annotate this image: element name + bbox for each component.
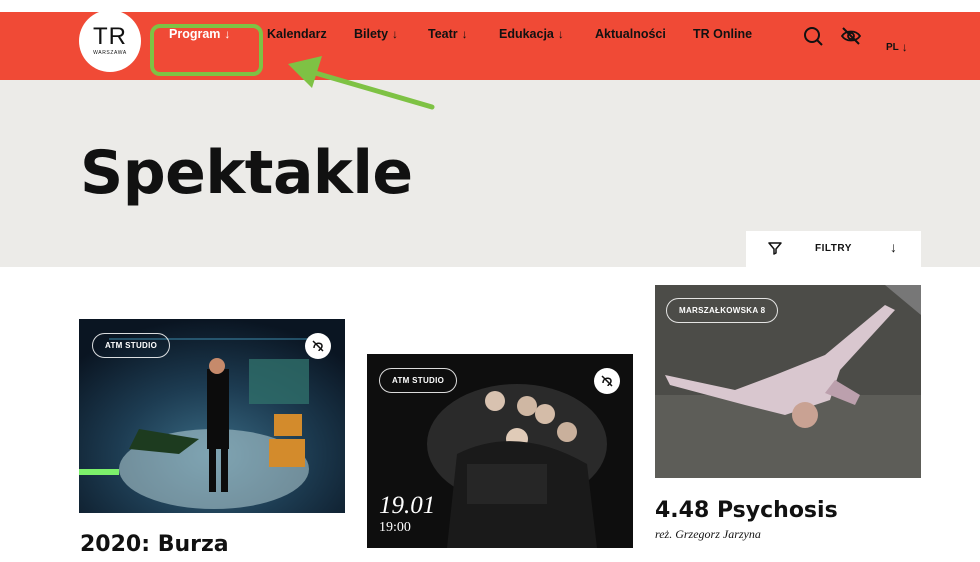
eye-off-icon[interactable] xyxy=(840,25,862,47)
venue-tag: MARSZAŁKOWSKA 8 xyxy=(666,298,779,323)
card-time: 19:00 xyxy=(379,520,411,535)
card-director: reż. Grzegorz Jarzyna xyxy=(655,527,761,541)
logo-main: TR xyxy=(93,23,127,50)
venue-tag: ATM STUDIO xyxy=(92,333,171,358)
nav-label: Teatr xyxy=(428,27,458,41)
nav-item-kalendarz[interactable]: Kalendarz xyxy=(267,27,327,41)
chevron-down-icon: ↓ xyxy=(557,27,564,41)
logo-sub: WARSZAWA xyxy=(93,50,127,56)
tr-logo[interactable]: TR WARSZAWA xyxy=(79,10,141,72)
card-date: 19.01 xyxy=(379,492,436,519)
audio-description-icon xyxy=(594,368,620,394)
language-switcher[interactable]: PL ↓ xyxy=(886,41,908,53)
chevron-down-icon: ↓ xyxy=(392,27,399,41)
card-image-2[interactable]: ATM STUDIO 19.01 19:00 xyxy=(367,354,633,548)
nav-item-edukacja[interactable]: Edukacja ↓ xyxy=(499,27,564,41)
card-image-psychosis[interactable]: MARSZAŁKOWSKA 8 xyxy=(655,285,921,478)
audio-description-icon xyxy=(305,333,331,359)
nav-item-teatr[interactable]: Teatr ↓ xyxy=(428,27,468,41)
nav-item-bilety[interactable]: Bilety ↓ xyxy=(354,27,398,41)
nav-label: Bilety xyxy=(354,27,389,41)
hero-section: Spektakle FILTRY ↓ xyxy=(0,80,980,267)
filters-button[interactable]: FILTRY ↓ xyxy=(746,231,921,267)
filter-icon xyxy=(768,242,782,255)
site-header: TR WARSZAWA Program ↓ Kalendarz Bilety ↓… xyxy=(0,10,980,80)
nav-item-aktualnosci[interactable]: Aktualności xyxy=(595,27,666,41)
lang-label: PL xyxy=(886,41,899,53)
chevron-down-icon: ↓ xyxy=(461,27,468,41)
highlight-box xyxy=(150,24,263,76)
venue-tag: ATM STUDIO xyxy=(379,368,458,393)
nav-label: Aktualności xyxy=(595,27,666,41)
nav-label: Edukacja xyxy=(499,27,554,41)
card-title[interactable]: 2020: Burza xyxy=(80,532,229,557)
card-title[interactable]: 4.48 Psychosis xyxy=(655,498,838,523)
nav-item-tr-online[interactable]: TR Online xyxy=(693,27,752,41)
chevron-down-icon: ↓ xyxy=(890,239,897,255)
page-title: Spektakle xyxy=(80,138,413,208)
chevron-down-icon: ↓ xyxy=(901,40,908,54)
nav-label: Kalendarz xyxy=(267,27,327,41)
card-image-burza[interactable]: ATM STUDIO xyxy=(79,319,345,513)
top-strip xyxy=(0,0,980,12)
search-icon[interactable] xyxy=(802,25,824,47)
nav-label: TR Online xyxy=(693,27,753,41)
filters-label: FILTRY xyxy=(815,243,852,254)
